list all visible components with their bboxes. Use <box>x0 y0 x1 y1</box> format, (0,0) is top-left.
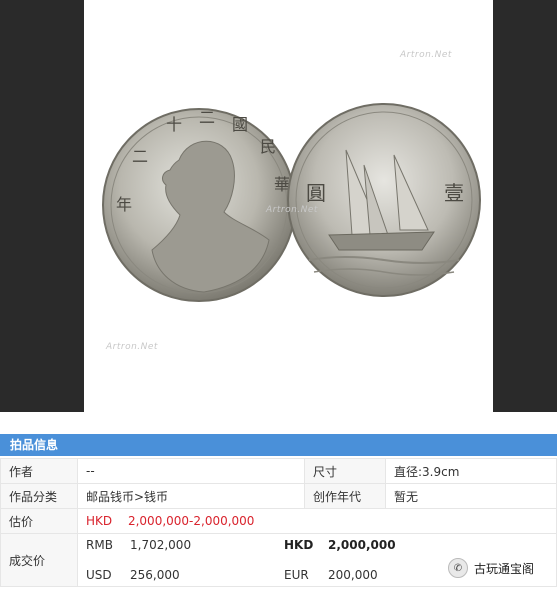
obverse-char-5: 國 <box>232 115 248 134</box>
brand-name: 古玩通宝阁 <box>474 561 535 576</box>
size-value: 直径:3.9cm <box>385 458 557 484</box>
size-label: 尺寸 <box>304 458 386 484</box>
obverse-char-2: 二 <box>132 147 148 166</box>
obverse-char-4: 二 <box>199 108 215 127</box>
estimate-value-cell: HKD 2,000,000-2,000,000 <box>77 508 557 534</box>
right-dark-bar <box>493 0 557 412</box>
deal-label: 成交价 <box>0 533 78 587</box>
estimate-label: 估价 <box>0 508 78 534</box>
obverse-char-6: 民 <box>260 137 276 156</box>
reverse-char-1: 壹 <box>444 181 464 205</box>
table-row: 估价 HKD 2,000,000-2,000,000 <box>0 508 557 534</box>
obverse-char-3: 十 <box>166 115 182 134</box>
table-row: 作者 -- 尺寸 直径:3.9cm <box>0 458 557 484</box>
deal-usd-currency: USD <box>86 568 112 582</box>
watermark-top: Artron.Net <box>400 50 452 60</box>
deal-usd-value: 256,000 <box>130 568 180 582</box>
deal-rmb-value: 1,702,000 <box>130 538 192 552</box>
obverse-char-1: 年 <box>116 195 132 214</box>
category-label: 作品分类 <box>0 483 78 509</box>
deal-hkd-currency: HKD <box>284 538 314 552</box>
watermark-middle: Artron.Net <box>266 205 318 215</box>
lot-image-area: 年 二 十 二 國 民 華 壹 圓 Artron.Net Artron.Net … <box>0 0 557 412</box>
table-row: 作品分类 邮品钱币>钱币 创作年代 暂无 <box>0 483 557 509</box>
deal-eur-value: 200,000 <box>328 568 378 582</box>
section-title-bar: 拍品信息 <box>0 434 557 456</box>
coin-photo[interactable]: 年 二 十 二 國 民 華 壹 圓 Artron.Net Artron.Net … <box>84 0 493 406</box>
reverse-char-2: 圓 <box>306 181 326 205</box>
era-value: 暂无 <box>385 483 557 509</box>
estimate-currency: HKD <box>86 514 113 528</box>
coin-reverse: 壹 圓 <box>287 103 481 297</box>
deal-rmb-currency: RMB <box>86 538 113 552</box>
author-value: -- <box>77 458 305 484</box>
wechat-icon: ✆ <box>448 558 468 578</box>
section-title: 拍品信息 <box>10 438 59 452</box>
author-label: 作者 <box>0 458 78 484</box>
deal-hkd-value: 2,000,000 <box>328 538 396 552</box>
deal-eur-currency: EUR <box>284 568 309 582</box>
watermark-bottom: Artron.Net <box>106 342 158 352</box>
era-label: 创作年代 <box>304 483 386 509</box>
left-dark-bar <box>0 0 84 412</box>
estimate-value: 2,000,000-2,000,000 <box>127 514 255 528</box>
brand-watermark: ✆ 古玩通宝阁 <box>448 558 534 578</box>
category-value[interactable]: 邮品钱币>钱币 <box>77 483 305 509</box>
